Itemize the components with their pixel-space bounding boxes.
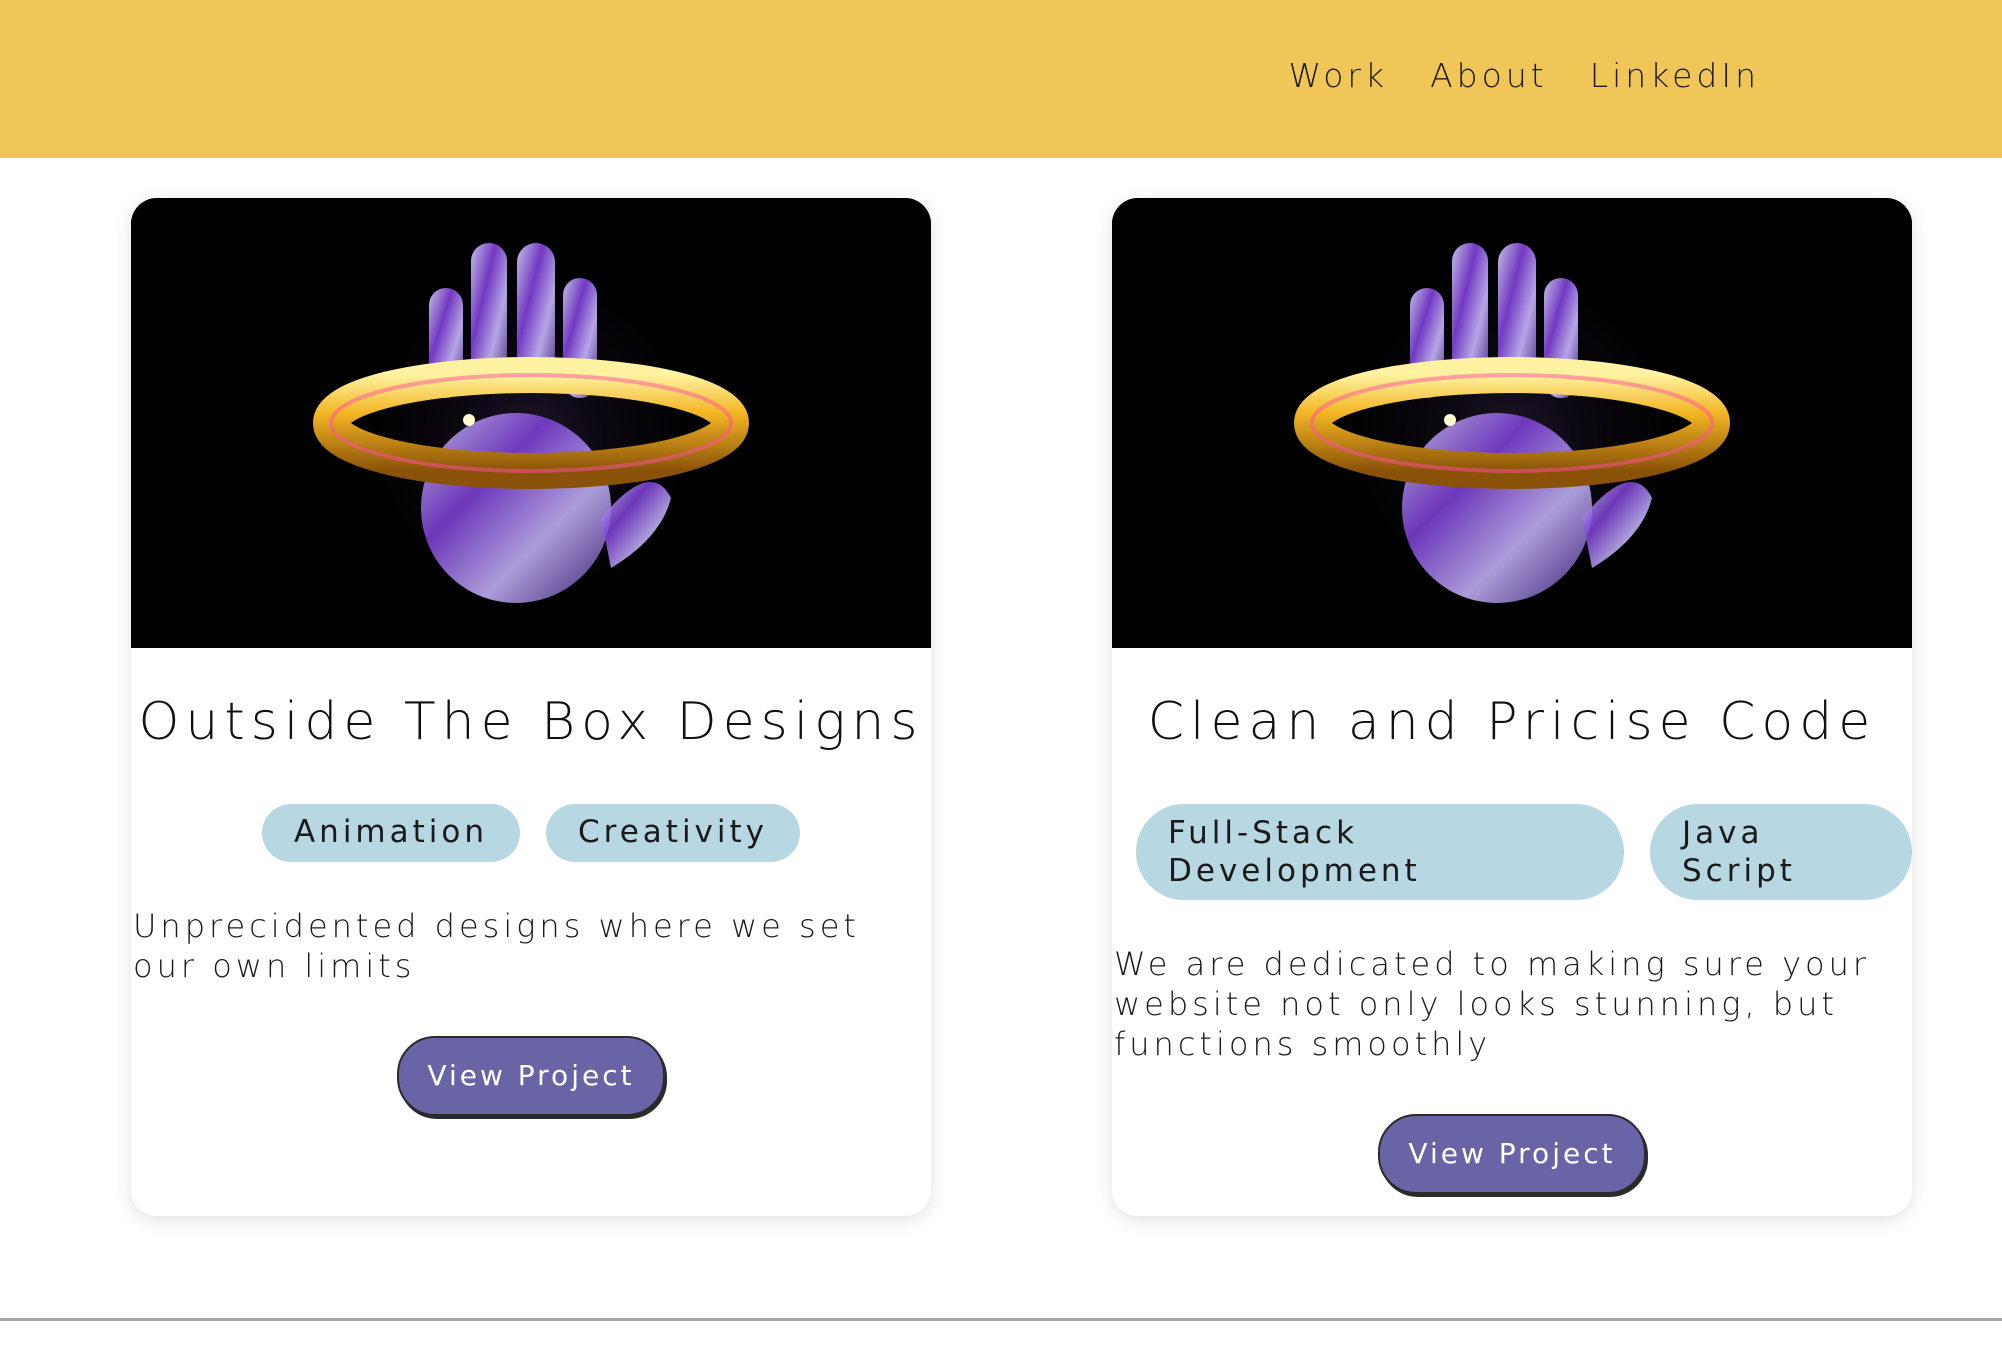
nav-work-link[interactable]: Work [1289, 56, 1389, 95]
view-project-button[interactable]: View Project [397, 1036, 665, 1116]
glass-hand-gold-ring-image [131, 198, 931, 648]
top-header: Work About LinkedIn [0, 0, 2002, 158]
tag-full-stack[interactable]: Full-Stack Development [1136, 804, 1624, 900]
tag-animation[interactable]: Animation [261, 804, 521, 862]
project-card-designs: Outside The Box Designs Animation Creati… [131, 198, 931, 1216]
card-title: Outside The Box Designs [138, 692, 924, 752]
tag-creativity[interactable]: Creativity [546, 804, 801, 862]
card-title: Clean and Pricise Code [1147, 692, 1877, 752]
card-description: We are dedicated to making sure your web… [1114, 945, 1871, 1063]
tag-list: Full-Stack Development Java Script [1112, 804, 1912, 900]
project-card-code: Clean and Pricise Code Full-Stack Develo… [1112, 198, 1912, 1216]
page-divider [0, 1318, 2002, 1321]
nav-linkedin-link[interactable]: LinkedIn [1590, 56, 1760, 95]
tag-java-script[interactable]: Java Script [1650, 804, 1912, 900]
main-nav: Work About LinkedIn [1289, 56, 1760, 95]
view-project-button[interactable]: View Project [1378, 1114, 1646, 1194]
nav-about-link[interactable]: About [1430, 56, 1548, 95]
tag-list: Animation Creativity [131, 804, 931, 862]
card-description: Unprecidented designs where we set our o… [133, 907, 860, 985]
glass-hand-gold-ring-image [1112, 198, 1912, 648]
